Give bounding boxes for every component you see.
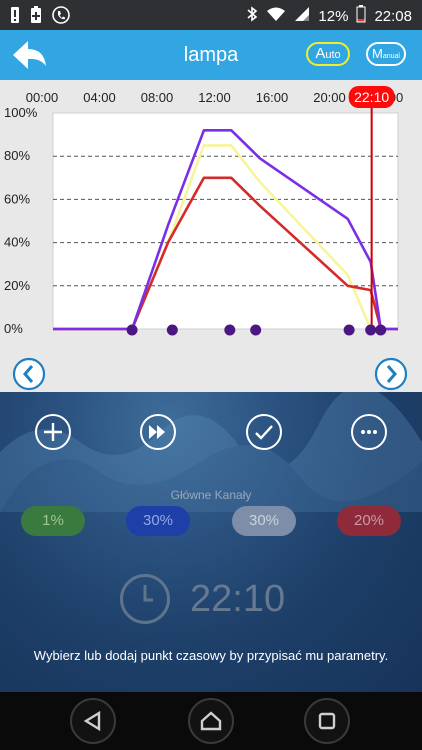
signal-icon xyxy=(294,6,310,26)
control-panel: Główne Kanały 1% 30% 30% 20% 22:10 Wybierz … xyxy=(0,392,422,692)
clock-icon xyxy=(120,574,170,624)
more-icon xyxy=(361,430,377,434)
battery-percent: 12% xyxy=(318,7,349,25)
nav-home-icon xyxy=(200,711,222,731)
app-bar: lampa Auto Manual xyxy=(0,30,422,80)
wifi-icon xyxy=(266,6,286,26)
status-time: 22:08 xyxy=(374,7,412,25)
current-time-label: 22:10 xyxy=(354,89,389,105)
y-tick-label: 60% xyxy=(4,191,30,206)
y-tick-label: 80% xyxy=(4,148,30,163)
confirm-button[interactable] xyxy=(246,414,282,450)
x-tick-label: 16:00 xyxy=(256,90,289,105)
status-left-icons xyxy=(10,6,70,28)
channel-value-1[interactable]: 1% xyxy=(21,506,85,536)
bluetooth-icon xyxy=(246,5,258,27)
timepoint-dot[interactable] xyxy=(375,324,387,336)
timepoint-dot[interactable] xyxy=(126,324,138,336)
channel-value-4[interactable]: 20% xyxy=(337,506,401,536)
x-tick-label: 20:00 xyxy=(313,90,346,105)
hint-text: Wybierz lub dodaj punkt czasowy by przyp… xyxy=(33,648,389,663)
timepoint-dot[interactable] xyxy=(365,324,377,336)
alert-icon xyxy=(10,6,20,28)
nav-back-icon xyxy=(83,710,101,732)
add-timepoint-button[interactable] xyxy=(35,414,71,450)
x-tick-label: 12:00 xyxy=(198,90,231,105)
chart-scroll-left-button[interactable] xyxy=(12,357,46,391)
battery-saver-icon xyxy=(30,6,42,28)
fast-forward-icon xyxy=(149,425,165,439)
channel-value-3[interactable]: 30% xyxy=(232,506,296,536)
chart-area[interactable]: 100% 80% 60% 40% 20% 0% 00:00 04:00 08:00 12:00 16… xyxy=(0,80,422,392)
selected-time: 22:10 xyxy=(190,578,286,620)
timepoint-dot[interactable] xyxy=(166,324,178,336)
timepoint-dot[interactable] xyxy=(343,324,355,336)
channel-value-2[interactable]: 30% xyxy=(126,506,190,536)
auto-mode-button[interactable]: Auto xyxy=(306,42,350,66)
status-bar: 12% 22:08 xyxy=(0,0,422,30)
nav-recents-button[interactable] xyxy=(304,698,350,744)
manual-mode-button[interactable]: Manual xyxy=(366,42,406,66)
phone-app-icon xyxy=(52,6,70,28)
y-tick-label: 100% xyxy=(4,105,38,120)
nav-recents-icon xyxy=(318,712,336,730)
x-tick-label: 08:00 xyxy=(141,90,174,105)
x-tick-label: 00:00 xyxy=(26,90,59,105)
timepoint-dot[interactable] xyxy=(224,324,236,336)
timepoint-dot[interactable] xyxy=(250,324,262,336)
nav-back-button[interactable] xyxy=(70,698,116,744)
y-tick-label: 0% xyxy=(4,321,23,336)
x-tick-label: 04:00 xyxy=(83,90,116,105)
check-icon xyxy=(255,425,273,440)
fast-forward-button[interactable] xyxy=(140,414,176,450)
y-tick-label: 40% xyxy=(4,235,30,250)
light-schedule-chart[interactable]: 100% 80% 60% 40% 20% 0% 00:00 04:00 08:00 12:00 16… xyxy=(0,80,422,392)
y-tick-label: 20% xyxy=(4,278,30,293)
more-button[interactable] xyxy=(351,414,387,450)
status-right: 12% 22:08 xyxy=(246,5,412,27)
add-icon xyxy=(44,423,62,441)
page-title: lampa xyxy=(183,44,239,66)
battery-icon xyxy=(356,5,366,27)
channels-title: Główne Kanały xyxy=(170,488,252,502)
system-nav-bar xyxy=(0,692,422,750)
chart-scroll-right-button[interactable] xyxy=(374,357,408,391)
nav-home-button[interactable] xyxy=(188,698,234,744)
